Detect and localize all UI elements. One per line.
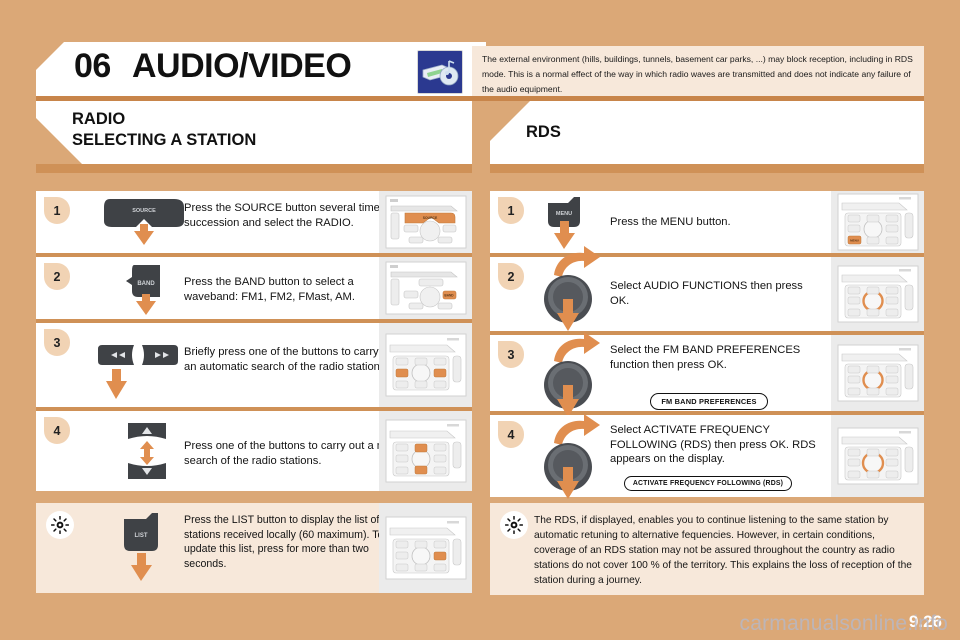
keypad-thumbnail bbox=[379, 323, 472, 407]
rotary-knob-graphic[interactable] bbox=[530, 241, 608, 333]
section-title-line1: RADIO bbox=[72, 110, 126, 128]
keypad-thumbnail bbox=[831, 415, 924, 497]
tip-text: Press the LIST button to display the lis… bbox=[184, 514, 384, 570]
step-badge: 1 bbox=[44, 197, 70, 224]
step-badge: 4 bbox=[498, 421, 524, 448]
step-text: Press the MENU button. bbox=[610, 216, 731, 228]
keypad-thumbnail bbox=[831, 257, 924, 331]
left-steps-column: 1 SOURCE Press the SOURCE button several… bbox=[36, 191, 472, 593]
menu-pill-wrap: FM BAND PREFERENCES bbox=[610, 387, 808, 410]
step-row: 4 Press one of the buttons to carry out … bbox=[36, 411, 472, 491]
tip-bulb-icon bbox=[500, 511, 528, 539]
watermark: carmanualsonline.info bbox=[739, 612, 948, 635]
step-row: 2 BAND Press the BAND button to select a… bbox=[36, 257, 472, 319]
left-section-divider bbox=[36, 164, 472, 173]
step-row: 4 Select ACTIVATE FREQUENCY FOLLOWING (R… bbox=[490, 414, 924, 499]
audio-video-icon bbox=[417, 50, 463, 94]
step-text: Press the BAND button to select a waveba… bbox=[184, 276, 355, 303]
step-badge: 1 bbox=[498, 197, 524, 224]
svg-text:MENU: MENU bbox=[556, 211, 572, 217]
step-row: 3 Select the FM BAND PREFERENCES functio… bbox=[490, 332, 924, 417]
page-title: AUDIO/VIDEO bbox=[132, 47, 352, 85]
tip-row: The RDS, if displayed, enables you to co… bbox=[490, 503, 924, 595]
keypad-thumbnail bbox=[379, 411, 472, 491]
keypad-thumbnail bbox=[379, 503, 472, 593]
step-text: Select ACTIVATE FREQUENCY FOLLOWING (RDS… bbox=[610, 424, 816, 466]
fm-band-preferences-pill[interactable]: FM BAND PREFERENCES bbox=[650, 393, 768, 410]
keypad-thumbnail bbox=[831, 335, 924, 411]
menu-pill-wrap: ACTIVATE FREQUENCY FOLLOWING (RDS) bbox=[602, 470, 814, 491]
step-text: Select the FM BAND PREFERENCES function … bbox=[610, 344, 801, 371]
manual-page: 06 AUDIO/VIDEO The external environment … bbox=[0, 0, 960, 640]
head-unit-thumbnail: BAND bbox=[379, 257, 472, 319]
rotary-knob-graphic[interactable] bbox=[530, 327, 608, 419]
section-title-line2: SELECTING A STATION bbox=[72, 131, 257, 149]
section-title-rds: RDS bbox=[526, 123, 561, 141]
right-steps-column: 1 MENU Press the MENU button. MENU 2 Sel… bbox=[490, 191, 924, 595]
step-text: Select AUDIO FUNCTIONS then press OK. bbox=[610, 280, 803, 307]
head-unit-thumbnail: SOURCE bbox=[379, 191, 472, 253]
band-button-graphic[interactable]: BAND bbox=[114, 263, 176, 317]
svg-text:BAND: BAND bbox=[137, 281, 155, 287]
tip-row: LIST Press the LIST button to display th… bbox=[36, 503, 472, 593]
svg-text:MENU: MENU bbox=[850, 239, 859, 243]
header-note: The external environment (hills, buildin… bbox=[472, 46, 924, 100]
step-text: Press the SOURCE button several times in… bbox=[184, 202, 398, 229]
svg-text:LIST: LIST bbox=[135, 533, 148, 539]
step-badge: 2 bbox=[44, 263, 70, 290]
step-badge: 4 bbox=[44, 417, 70, 444]
svg-text:SOURCE: SOURCE bbox=[132, 208, 156, 214]
svg-text:SOURCE: SOURCE bbox=[422, 216, 437, 220]
step-badge: 2 bbox=[498, 263, 524, 290]
tip-text: The RDS, if displayed, enables you to co… bbox=[534, 515, 912, 586]
header-divider bbox=[36, 96, 924, 101]
tip-bulb-icon bbox=[46, 511, 74, 539]
step-badge: 3 bbox=[498, 341, 524, 368]
activate-frequency-following-pill[interactable]: ACTIVATE FREQUENCY FOLLOWING (RDS) bbox=[623, 476, 793, 491]
step-row: 2 Select AUDIO FUNCTIONS then press OK. bbox=[490, 246, 924, 331]
keypad-thumbnail: MENU bbox=[831, 191, 924, 253]
source-button-graphic[interactable]: SOURCE bbox=[100, 197, 190, 249]
tip-gap bbox=[36, 491, 472, 503]
list-button-graphic[interactable]: LIST bbox=[112, 511, 174, 583]
rotary-knob-graphic[interactable] bbox=[530, 409, 608, 501]
chapter-number: 06 bbox=[74, 47, 111, 85]
step-row: 3 Briefly press one of the buttons to ca… bbox=[36, 323, 472, 407]
step-badge: 3 bbox=[44, 329, 70, 356]
section-header-rds: RDS bbox=[490, 101, 924, 164]
updown-buttons-graphic[interactable] bbox=[120, 419, 174, 485]
section-header-radio: RADIO SELECTING A STATION bbox=[36, 101, 472, 164]
svg-text:BAND: BAND bbox=[444, 294, 454, 298]
right-section-divider bbox=[490, 164, 924, 173]
step-row: 1 SOURCE Press the SOURCE button several… bbox=[36, 191, 472, 253]
step-text: Briefly press one of the buttons to carr… bbox=[184, 346, 398, 373]
